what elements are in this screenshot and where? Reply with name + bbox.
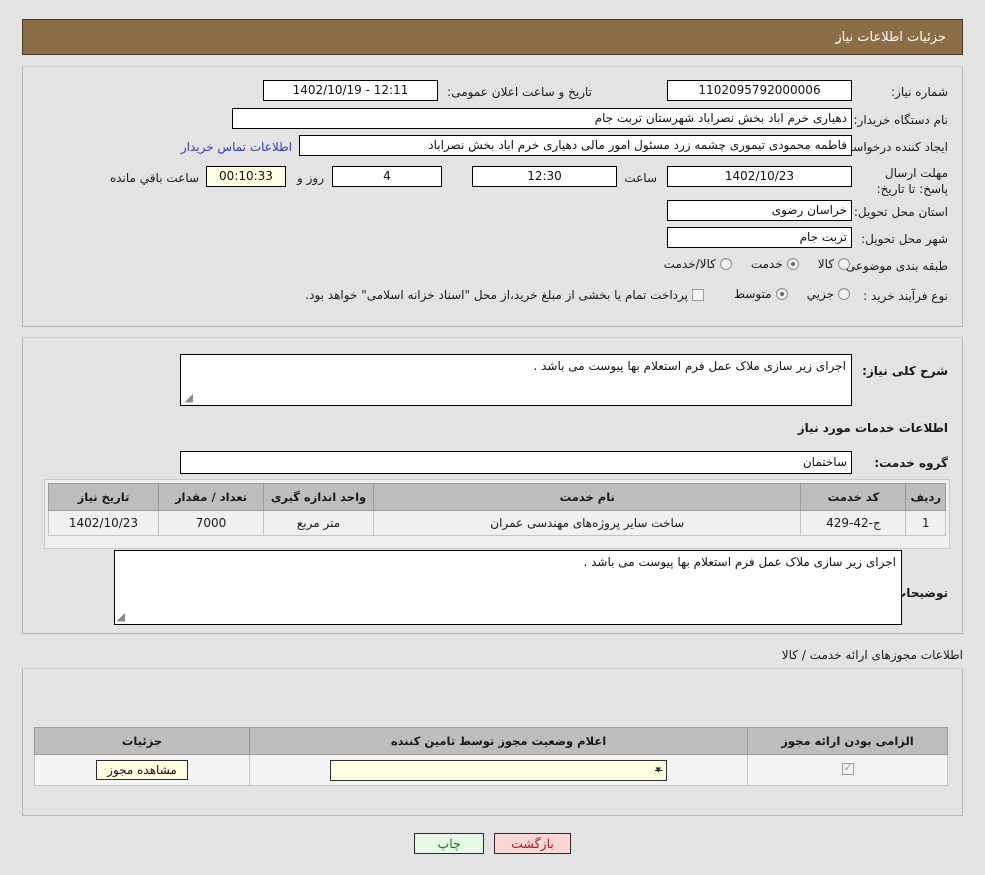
- radio-circle-icon[interactable]: [719, 258, 732, 270]
- cell-need-date: 1402/10/23: [48, 510, 159, 536]
- need-number-label: شماره نیاز:: [891, 85, 948, 99]
- radio-circle-icon[interactable]: [838, 288, 850, 300]
- deadline-days-label: روز و: [297, 171, 324, 185]
- print-button[interactable]: چاپ: [414, 833, 485, 854]
- radio-label: خدمت: [750, 257, 783, 271]
- deadline-countdown: 00:10:33: [206, 166, 286, 187]
- col-permit-status: اعلام وضعیت مجوز توسط تامین کننده: [249, 727, 748, 755]
- general-desc-label: شرح کلی نیاز:: [862, 364, 948, 378]
- table-header-row: الزامی بودن ارائه مجوز اعلام وضعیت مجوز …: [34, 727, 948, 755]
- cell-unit: متر مربع: [263, 510, 374, 536]
- deadline-label: مهلت ارسال پاسخ: تا تاریخ:: [876, 166, 948, 196]
- buyer-contact-link[interactable]: اطلاعات تماس خریدار: [181, 140, 292, 154]
- general-desc-textarea[interactable]: اجرای زیر سازی ملاک عمل فرم استعلام بها …: [180, 354, 852, 406]
- permit-status-select-wrap: --: [330, 759, 667, 781]
- treasury-bond-checkbox-wrap[interactable]: پرداخت تمام یا بخشی از مبلغ خرید،از محل …: [305, 288, 704, 302]
- table-header-row: ردیف کد خدمت نام خدمت واحد اندازه گیری ت…: [48, 483, 946, 511]
- city-value: تربت جام: [667, 227, 852, 248]
- radio-option-goods-service[interactable]: کالا/خدمت: [664, 257, 732, 271]
- permits-panel: الزامی بودن ارائه مجوز اعلام وضعیت مجوز …: [22, 668, 963, 816]
- radio-option-goods[interactable]: کالا: [818, 257, 850, 271]
- radio-option-service[interactable]: خدمت: [751, 257, 799, 271]
- cell-permit-status: --: [249, 754, 748, 786]
- footer-actions: بازگشت چاپ: [0, 833, 985, 854]
- radio-label: متوسط: [733, 287, 772, 301]
- need-summary-panel: شماره نیاز: 1102095792000006 تاریخ و ساع…: [22, 66, 963, 327]
- cell-permit-details: مشاهده مجوز: [34, 754, 250, 786]
- permits-section-caption: اطلاعات مجوزهای ارائه خدمت / کالا: [781, 648, 963, 662]
- treasury-bond-option: پرداخت تمام یا بخشی از مبلغ خرید،از محل …: [305, 288, 704, 302]
- col-service-name: نام خدمت: [372, 483, 802, 511]
- col-quantity: تعداد / مقدار: [158, 483, 264, 511]
- city-label: شهر محل تحویل:: [861, 232, 948, 246]
- radio-circle-icon[interactable]: [838, 258, 850, 270]
- col-need-date: تاریخ نیاز: [48, 483, 159, 511]
- permits-table: الزامی بودن ارائه مجوز اعلام وضعیت مجوز …: [34, 727, 948, 786]
- province-label: استان محل تحویل:: [853, 205, 948, 219]
- deadline-days: 4: [332, 166, 442, 187]
- subject-category-radio-group: کالا خدمت کالا/خدمت: [650, 257, 850, 271]
- table-row: 1 ج-42-429 ساخت سایر پروژه‌های مهندسی عم…: [48, 510, 946, 536]
- need-number-value: 1102095792000006: [667, 80, 852, 101]
- radio-option-medium[interactable]: متوسط: [734, 287, 788, 301]
- purchase-process-label: نوع فرآیند خرید :: [863, 289, 948, 303]
- request-creator-value: فاطمه محمودی تیموری چشمه زرد مسئول امور …: [299, 135, 852, 156]
- deadline-time-label: ساعت: [624, 171, 657, 185]
- cell-quantity: 7000: [158, 510, 264, 536]
- treasury-bond-text: پرداخت تمام یا بخشی از مبلغ خرید،از محل …: [305, 288, 688, 302]
- checkbox-icon[interactable]: [692, 289, 704, 301]
- radio-circle-selected-icon[interactable]: [786, 258, 799, 270]
- cell-permit-required: [747, 754, 948, 786]
- radio-option-minor[interactable]: جزیي: [807, 287, 850, 301]
- buyer-notes-textarea[interactable]: اجرای زیر سازی ملاک عمل فرم استعلام بها …: [114, 550, 902, 625]
- cell-service-name: ساخت سایر پروژه‌های مهندسی عمران: [372, 510, 802, 536]
- buyer-org-label: نام دستگاه خریدار:: [853, 113, 949, 127]
- service-group-value: ساختمان: [180, 451, 852, 474]
- col-permit-required: الزامی بودن ارائه مجوز: [747, 727, 948, 755]
- deadline-date: 1402/10/23: [667, 166, 852, 187]
- col-permit-details: جزئیات: [34, 727, 250, 755]
- purchase-process-radio-group: جزیي متوسط: [720, 287, 850, 301]
- deadline-countdown-label: ساعت باقي مانده: [109, 171, 199, 185]
- buyer-org-value: دهیاری خرم اباد بخش نصراباد شهرستان تربت…: [232, 108, 852, 129]
- page-title-bar: جزئیات اطلاعات نیاز: [22, 19, 963, 55]
- request-creator-label: ایجاد کننده درخواست:: [837, 140, 948, 154]
- radio-label: جزیي: [806, 287, 834, 301]
- services-table: ردیف کد خدمت نام خدمت واحد اندازه گیری ت…: [48, 483, 946, 536]
- subject-category-label: طبقه بندی موضوعی:: [841, 259, 948, 273]
- services-info-caption: اطلاعات خدمات مورد نیاز: [797, 421, 948, 435]
- back-button[interactable]: بازگشت: [494, 833, 571, 854]
- radio-label: کالا/خدمت: [663, 257, 716, 271]
- cell-service-code: ج-42-429: [800, 510, 907, 536]
- page-root: AriaTender.net جزئیات اطلاعات نیاز شماره…: [0, 0, 985, 875]
- col-service-code: کد خدمت: [800, 483, 907, 511]
- table-row: -- مشاهده مجوز: [34, 754, 948, 786]
- radio-label: کالا: [817, 257, 834, 271]
- services-table-wrap: ردیف کد خدمت نام خدمت واحد اندازه گیری ت…: [44, 479, 950, 549]
- col-unit: واحد اندازه گیری: [263, 483, 374, 511]
- permit-status-select[interactable]: --: [330, 759, 667, 781]
- need-details-panel: شرح کلی نیاز: اجرای زیر سازی ملاک عمل فر…: [22, 337, 963, 634]
- announce-datetime-label: تاریخ و ساعت اعلان عمومی:: [447, 85, 592, 99]
- radio-circle-selected-icon[interactable]: [775, 288, 788, 300]
- page-title: جزئیات اطلاعات نیاز: [835, 29, 946, 45]
- service-group-label: گروه خدمت:: [874, 456, 948, 470]
- view-permit-button[interactable]: مشاهده مجوز: [96, 760, 188, 780]
- deadline-time: 12:30: [472, 166, 617, 187]
- col-row-number: ردیف: [905, 483, 946, 511]
- province-value: خراسان رضوی: [667, 200, 852, 221]
- cell-row-number: 1: [905, 510, 946, 536]
- announce-datetime-value: 12:11 - 1402/10/19: [263, 80, 438, 101]
- checkbox-checked-icon: [841, 761, 854, 775]
